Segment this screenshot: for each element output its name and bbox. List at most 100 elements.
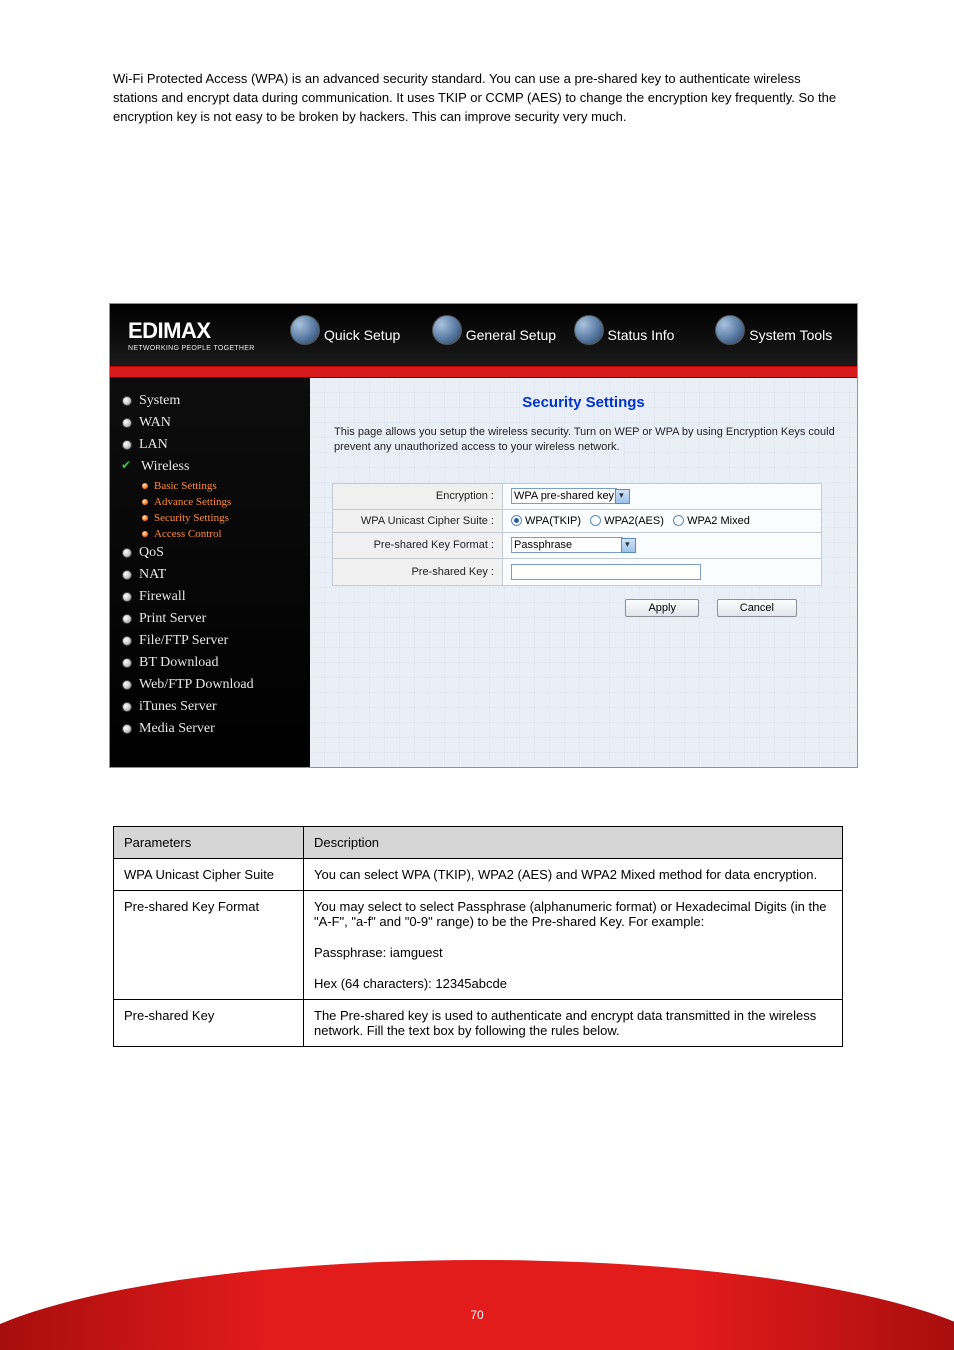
sidebar-sub-advance[interactable]: Advance Settings bbox=[120, 494, 300, 510]
psk-input[interactable] bbox=[511, 564, 701, 580]
globe-icon bbox=[715, 315, 745, 345]
sidebar-label: Wireless bbox=[141, 459, 189, 475]
sidebar-item-print-server[interactable]: Print Server bbox=[120, 608, 300, 630]
desc-cell: The Pre-shared key is used to authentica… bbox=[304, 1000, 843, 1047]
nav-label: Quick Setup bbox=[324, 327, 400, 343]
sidebar-item-lan[interactable]: LAN bbox=[120, 434, 300, 456]
sidebar-sub-label: Security Settings bbox=[154, 512, 229, 524]
key-format-select[interactable]: Passphrase bbox=[511, 537, 623, 553]
sidebar-label: System bbox=[139, 393, 180, 409]
chevron-down-icon[interactable] bbox=[621, 538, 636, 553]
sub-bullet-icon bbox=[142, 531, 148, 537]
table-row: WPA Unicast Cipher Suite You can select … bbox=[114, 859, 843, 891]
sidebar-item-firewall[interactable]: Firewall bbox=[120, 586, 300, 608]
bullet-icon bbox=[122, 614, 132, 624]
radio-label: WPA2(AES) bbox=[604, 515, 664, 527]
sidebar-item-wan[interactable]: WAN bbox=[120, 412, 300, 434]
parameters-table: Parameters Description WPA Unicast Ciphe… bbox=[113, 826, 843, 1047]
psk-label: Pre-shared Key : bbox=[333, 558, 503, 585]
sidebar-sub-label: Basic Settings bbox=[154, 480, 217, 492]
table-row: Pre-shared Key Format You may select to … bbox=[114, 891, 843, 938]
cancel-button[interactable]: Cancel bbox=[717, 599, 797, 617]
chevron-down-icon[interactable] bbox=[615, 489, 630, 504]
nav-quick-setup[interactable]: Quick Setup bbox=[290, 327, 426, 343]
nav-label: Status Info bbox=[608, 327, 675, 343]
encryption-label: Encryption : bbox=[333, 483, 503, 509]
column-header-description: Description bbox=[304, 827, 843, 859]
radio-label: WPA(TKIP) bbox=[525, 515, 581, 527]
radio-label: WPA2 Mixed bbox=[687, 515, 750, 527]
top-bar: EDIMAX NETWORKING PEOPLE TOGETHER Quick … bbox=[110, 304, 857, 366]
bullet-icon bbox=[122, 658, 132, 668]
page-title: Security Settings bbox=[322, 394, 845, 411]
param-cell: Pre-shared Key Format bbox=[114, 891, 304, 1000]
bullet-icon bbox=[122, 592, 132, 602]
logo-text: EDIMAX bbox=[128, 318, 290, 344]
sidebar-label: QoS bbox=[139, 545, 164, 561]
nav-label: System Tools bbox=[749, 327, 832, 343]
radio-wpa-tkip[interactable] bbox=[511, 515, 522, 526]
desc-cell: You can select WPA (TKIP), WPA2 (AES) an… bbox=[304, 859, 843, 891]
nav-status-info[interactable]: Status Info bbox=[574, 327, 710, 343]
bullet-icon bbox=[122, 548, 132, 558]
bullet-icon bbox=[122, 680, 132, 690]
sidebar-item-web-ftp-download[interactable]: Web/FTP Download bbox=[120, 674, 300, 696]
page-number: 70 bbox=[0, 1308, 954, 1322]
nav-system-tools[interactable]: System Tools bbox=[715, 327, 851, 343]
sidebar-item-nat[interactable]: NAT bbox=[120, 564, 300, 586]
red-divider bbox=[110, 366, 857, 378]
intro-paragraph: Wi-Fi Protected Access (WPA) is an advan… bbox=[113, 70, 848, 127]
sidebar-label: BT Download bbox=[139, 655, 218, 671]
brand-logo: EDIMAX NETWORKING PEOPLE TOGETHER bbox=[110, 318, 290, 352]
sidebar-label: File/FTP Server bbox=[139, 633, 228, 649]
sidebar-sub-basic[interactable]: Basic Settings bbox=[120, 478, 300, 494]
desc-cell: Hex (64 characters): 12345abcde bbox=[304, 968, 843, 1000]
radio-wpa2-aes[interactable] bbox=[590, 515, 601, 526]
encryption-select[interactable]: WPA pre-shared key bbox=[511, 488, 617, 504]
top-nav: Quick Setup General Setup Status Info Sy… bbox=[290, 327, 857, 343]
sidebar-item-bt-download[interactable]: BT Download bbox=[120, 652, 300, 674]
sidebar-label: NAT bbox=[139, 567, 166, 583]
bullet-icon bbox=[122, 570, 132, 580]
sub-bullet-icon bbox=[142, 515, 148, 521]
radio-wpa2-mixed[interactable] bbox=[673, 515, 684, 526]
sidebar-item-media-server[interactable]: Media Server bbox=[120, 718, 300, 740]
select-value: WPA pre-shared key bbox=[514, 490, 614, 502]
sidebar-sub-security[interactable]: Security Settings bbox=[120, 510, 300, 526]
sub-bullet-icon bbox=[142, 499, 148, 505]
sidebar-label: Firewall bbox=[139, 589, 186, 605]
sidebar-item-file-ftp[interactable]: File/FTP Server bbox=[120, 630, 300, 652]
desc-cell: Passphrase: iamguest bbox=[304, 937, 843, 968]
param-cell: WPA Unicast Cipher Suite bbox=[114, 859, 304, 891]
sidebar: System WAN LAN Wireless Basic Settings A… bbox=[110, 378, 310, 767]
globe-icon bbox=[432, 315, 462, 345]
sidebar-sub-label: Access Control bbox=[154, 528, 222, 540]
sidebar-item-wireless[interactable]: Wireless bbox=[120, 456, 300, 478]
check-icon bbox=[122, 461, 134, 473]
bullet-icon bbox=[122, 440, 132, 450]
column-header-parameters: Parameters bbox=[114, 827, 304, 859]
key-format-label: Pre-shared Key Format : bbox=[333, 532, 503, 558]
main-panel: Security Settings This page allows you s… bbox=[310, 378, 857, 767]
sidebar-item-itunes-server[interactable]: iTunes Server bbox=[120, 696, 300, 718]
desc-cell: You may select to select Passphrase (alp… bbox=[304, 891, 843, 938]
sidebar-label: Web/FTP Download bbox=[139, 677, 254, 693]
bullet-icon bbox=[122, 702, 132, 712]
bullet-icon bbox=[122, 396, 132, 406]
sidebar-label: WAN bbox=[139, 415, 171, 431]
select-value: Passphrase bbox=[514, 539, 572, 551]
table-row: Pre-shared Key The Pre-shared key is use… bbox=[114, 1000, 843, 1047]
nav-label: General Setup bbox=[466, 327, 556, 343]
sub-bullet-icon bbox=[142, 483, 148, 489]
cipher-label: WPA Unicast Cipher Suite : bbox=[333, 509, 503, 532]
logo-tagline: NETWORKING PEOPLE TOGETHER bbox=[128, 345, 290, 352]
globe-icon bbox=[574, 315, 604, 345]
sidebar-sub-access-control[interactable]: Access Control bbox=[120, 526, 300, 542]
sidebar-item-system[interactable]: System bbox=[120, 390, 300, 412]
nav-general-setup[interactable]: General Setup bbox=[432, 327, 568, 343]
sidebar-label: Print Server bbox=[139, 611, 206, 627]
sidebar-item-qos[interactable]: QoS bbox=[120, 542, 300, 564]
param-cell: Pre-shared Key bbox=[114, 1000, 304, 1047]
sidebar-sub-label: Advance Settings bbox=[154, 496, 231, 508]
apply-button[interactable]: Apply bbox=[625, 599, 699, 617]
